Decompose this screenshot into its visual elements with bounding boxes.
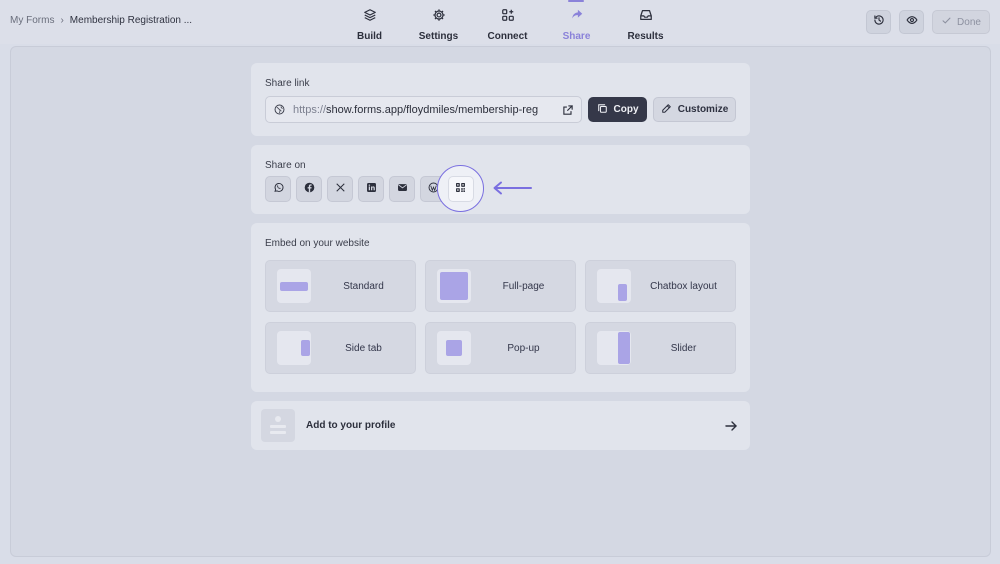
top-bar: My Forms › Membership Registration ... B…	[0, 0, 1000, 44]
linkedin-icon	[366, 180, 377, 198]
grid-plus-icon	[501, 8, 515, 27]
share-email-button[interactable]	[389, 176, 415, 202]
share-whatsapp-button[interactable]	[265, 176, 291, 202]
whatsapp-icon	[273, 180, 284, 198]
embed-pop-up-thumbnail	[437, 331, 471, 365]
x-icon	[335, 180, 346, 198]
tab-label: Build	[357, 31, 382, 42]
embed-option-label: Pop-up	[507, 342, 540, 354]
tab-build[interactable]: Build	[335, 0, 404, 44]
check-icon	[941, 15, 952, 29]
embed-standard-thumbnail	[277, 269, 311, 303]
add-to-profile-label: Add to your profile	[306, 420, 396, 431]
eye-icon	[905, 13, 918, 31]
embed-option-slider[interactable]: Slider	[585, 322, 736, 374]
done-button[interactable]: Done	[932, 10, 990, 34]
qr-code-highlight	[437, 165, 484, 212]
customize-button[interactable]: Customize	[653, 97, 736, 122]
share-on-card: Share on	[251, 145, 750, 214]
breadcrumb-current-form[interactable]: Membership Registration ...	[70, 15, 192, 26]
share-on-title: Share on	[265, 160, 306, 171]
embed-chatbox-thumbnail	[597, 269, 631, 303]
history-icon	[873, 13, 885, 31]
tab-label: Connect	[487, 31, 528, 42]
embed-option-standard[interactable]: Standard	[265, 260, 416, 312]
embed-options: Standard Full-page Chatbox layout Side t…	[265, 260, 736, 374]
pointer-arrow-icon	[492, 181, 532, 195]
share-link-field[interactable]: https://show.forms.app/floydmiles/member…	[265, 96, 582, 123]
share-link-protocol: https://	[293, 103, 327, 116]
arrow-right-icon	[724, 419, 738, 433]
embed-full-page-thumbnail	[437, 269, 471, 303]
layers-icon	[363, 8, 377, 27]
pencil-icon	[661, 103, 672, 117]
share-link-url: https://show.forms.app/floydmiles/member…	[293, 104, 551, 116]
tab-label: Settings	[418, 31, 459, 42]
tab-label: Share	[562, 31, 591, 42]
embed-option-label: Standard	[343, 280, 384, 292]
embed-option-label: Slider	[670, 342, 697, 354]
embed-option-pop-up[interactable]: Pop-up	[425, 322, 576, 374]
share-arrow-icon	[570, 8, 584, 27]
copy-button[interactable]: Copy	[588, 97, 647, 122]
embed-option-label: Full-page	[502, 280, 545, 292]
main-tabs: Build Settings Connect Share Results	[335, 0, 680, 44]
embed-side-tab-thumbnail	[277, 331, 311, 365]
breadcrumb: My Forms › Membership Registration ...	[10, 15, 192, 26]
share-facebook-button[interactable]	[296, 176, 322, 202]
tab-label: Results	[627, 31, 664, 42]
qr-code-icon	[455, 180, 466, 198]
done-label: Done	[957, 16, 981, 28]
tab-share[interactable]: Share	[542, 0, 611, 44]
share-linkedin-button[interactable]	[358, 176, 384, 202]
embed-option-full-page[interactable]: Full-page	[425, 260, 576, 312]
top-actions: Done	[866, 10, 990, 34]
embed-slider-thumbnail	[597, 331, 631, 365]
tab-results[interactable]: Results	[611, 0, 680, 44]
share-qr-code-button[interactable]	[447, 175, 474, 202]
share-x-button[interactable]	[327, 176, 353, 202]
tab-connect[interactable]: Connect	[473, 0, 542, 44]
share-link-host: show.forms.app/floydmiles/membership-reg	[326, 103, 539, 116]
external-link-icon[interactable]	[561, 103, 575, 117]
breadcrumb-separator: ›	[60, 15, 64, 26]
embed-option-label: Chatbox layout	[650, 280, 717, 292]
profile-card-icon	[261, 409, 295, 442]
customize-label: Customize	[677, 104, 729, 115]
add-to-profile-card[interactable]: Add to your profile	[251, 401, 750, 450]
facebook-icon	[304, 180, 315, 198]
embed-option-label: Side tab	[345, 342, 382, 354]
embed-option-side-tab[interactable]: Side tab	[265, 322, 416, 374]
history-button[interactable]	[866, 10, 891, 34]
tab-settings[interactable]: Settings	[404, 0, 473, 44]
embed-title: Embed on your website	[265, 238, 370, 249]
copy-label: Copy	[613, 104, 639, 115]
gear-icon	[432, 8, 446, 27]
embed-card: Embed on your website Standard Full-page…	[251, 223, 750, 392]
embed-option-chatbox[interactable]: Chatbox layout	[585, 260, 736, 312]
globe-icon	[274, 104, 285, 115]
preview-button[interactable]	[899, 10, 924, 34]
share-link-title: Share link	[265, 78, 310, 89]
share-link-card: Share link https://show.forms.app/floydm…	[251, 63, 750, 136]
email-icon	[397, 180, 408, 198]
inbox-icon	[639, 8, 653, 27]
breadcrumb-my-forms[interactable]: My Forms	[10, 15, 54, 26]
social-buttons	[265, 176, 446, 202]
copy-icon	[597, 103, 608, 117]
